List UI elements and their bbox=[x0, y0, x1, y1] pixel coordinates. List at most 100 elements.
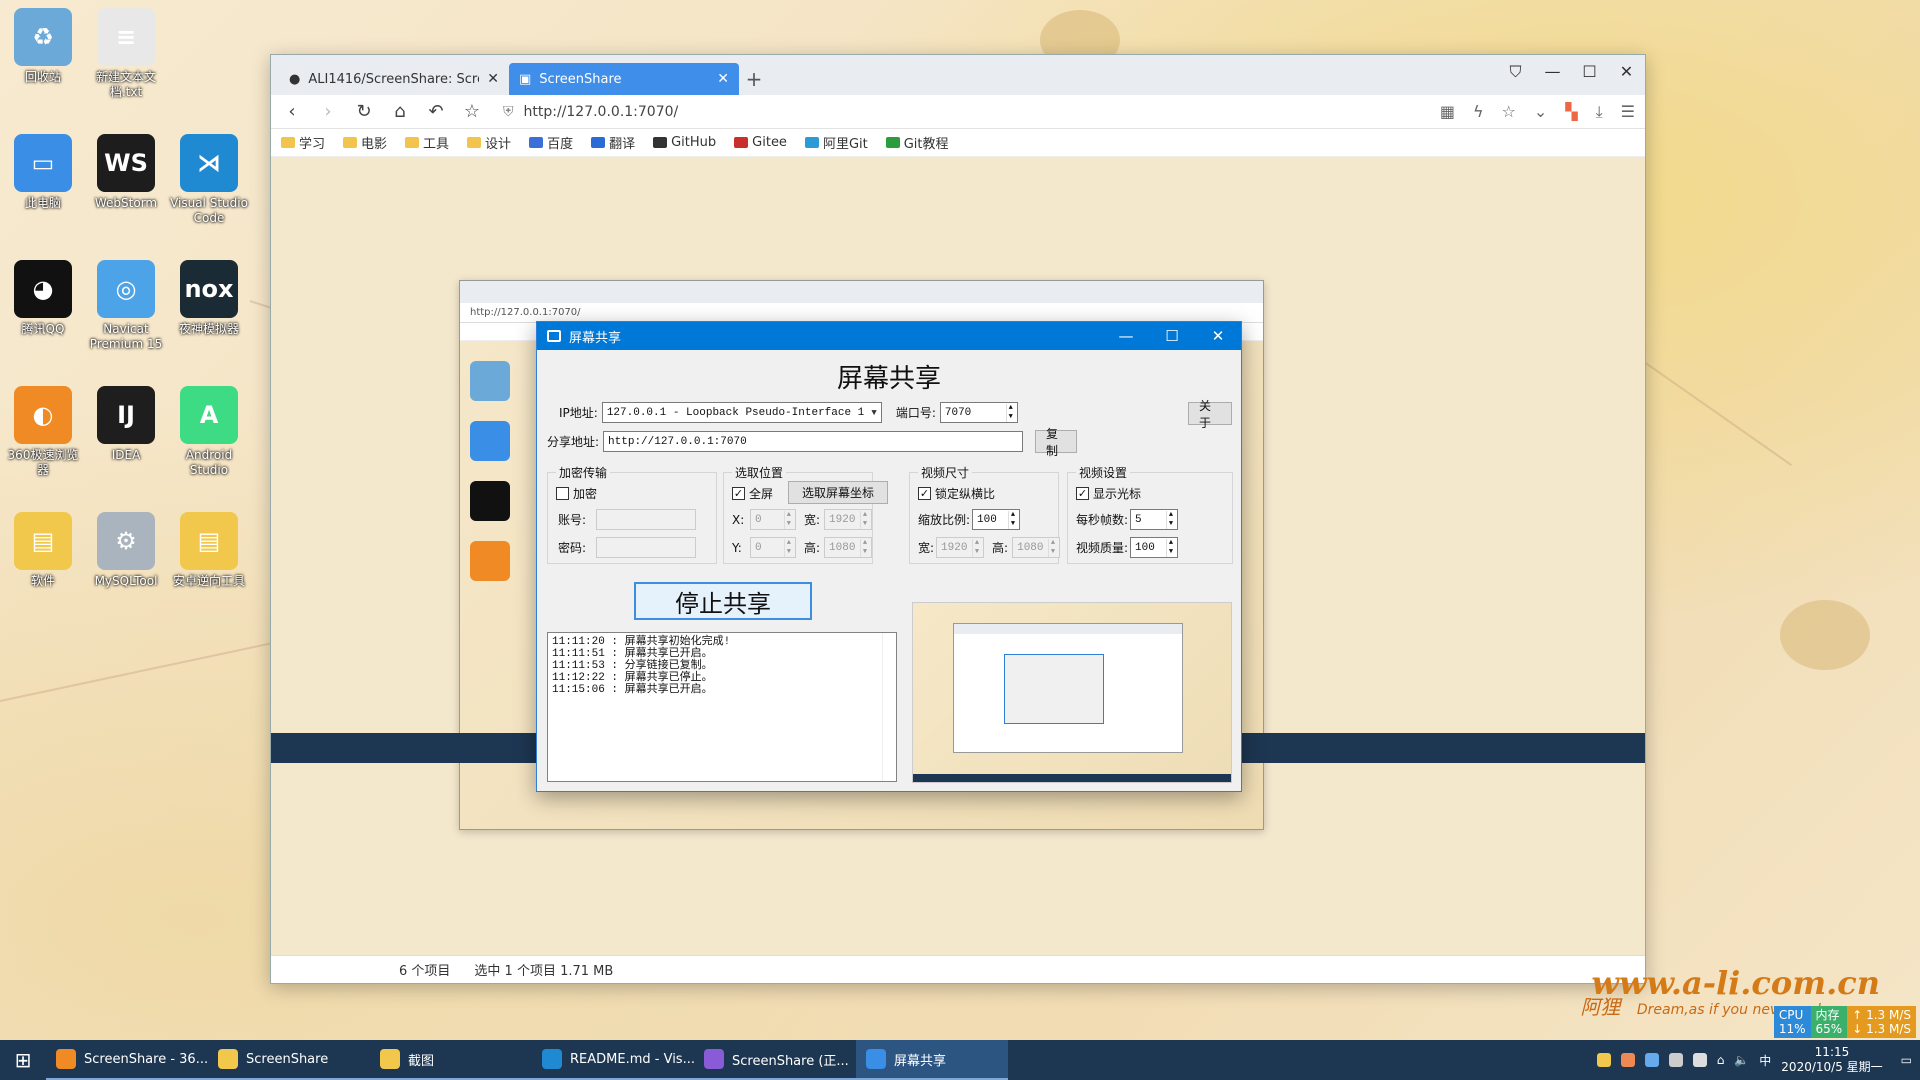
lightning-icon[interactable]: ϟ bbox=[1473, 102, 1484, 122]
maximize-button[interactable]: ☐ bbox=[1149, 327, 1195, 345]
copy-button[interactable]: 复制 bbox=[1035, 427, 1078, 458]
taskbar-item[interactable]: 屏幕共享 bbox=[856, 1040, 1008, 1080]
notification-icon[interactable]: ▭ bbox=[1901, 1053, 1912, 1067]
tab-github[interactable]: ● ALI1416/ScreenShare: Screen... ✕ bbox=[279, 63, 509, 95]
desktop-icon[interactable]: ◎ Navicat Premium 15 bbox=[85, 260, 167, 352]
desktop-icon[interactable]: IJ IDEA bbox=[85, 386, 167, 463]
spinner-icon[interactable]: ▲ ▼ bbox=[859, 538, 867, 557]
bookmark-item[interactable]: 电影 bbox=[343, 133, 387, 152]
desktop-icon[interactable]: ▤ 软件 bbox=[2, 512, 84, 589]
close-tab-icon[interactable]: ✕ bbox=[487, 71, 499, 87]
undo-icon[interactable]: ↶ bbox=[425, 101, 447, 122]
video-width-stepper[interactable]: 1920 ▲ ▼ bbox=[936, 537, 985, 558]
desktop-icon[interactable]: ♻ 回收站 bbox=[2, 8, 84, 85]
apps-icon[interactable]: ▚ bbox=[1565, 102, 1577, 122]
pos-height-stepper[interactable]: 1080 ▲ ▼ bbox=[824, 537, 873, 558]
log-scrollbar[interactable] bbox=[882, 633, 896, 781]
x-stepper[interactable]: 0 ▲ ▼ bbox=[750, 509, 796, 530]
close-button[interactable]: ✕ bbox=[1195, 327, 1241, 345]
video-height-stepper[interactable]: 1080 ▲ ▼ bbox=[1012, 537, 1061, 558]
ime-indicator[interactable]: 中 bbox=[1759, 1052, 1771, 1069]
stop-share-button[interactable]: 停止共享 bbox=[634, 582, 812, 620]
close-tab-icon[interactable]: ✕ bbox=[717, 71, 729, 87]
bookmark-item[interactable]: 工具 bbox=[405, 133, 449, 152]
bookmark-item[interactable]: 设计 bbox=[467, 133, 511, 152]
spinner-icon[interactable]: ▲ ▼ bbox=[1165, 510, 1173, 529]
spinner-icon[interactable]: ▲ ▼ bbox=[1047, 538, 1055, 557]
desktop-icon[interactable]: ◕ 腾讯QQ bbox=[2, 260, 84, 337]
bookmark-item[interactable]: 学习 bbox=[281, 133, 325, 152]
favorite-icon[interactable]: ☆ bbox=[1502, 102, 1516, 122]
bookmark-item[interactable]: 阿里Git bbox=[804, 133, 868, 152]
address-bar[interactable]: ⛨ http://127.0.0.1:7070/ bbox=[497, 99, 1426, 125]
about-button[interactable]: 关于 bbox=[1188, 399, 1232, 430]
star-icon[interactable]: ☆ bbox=[461, 101, 483, 122]
bookmark-item[interactable]: Gitee bbox=[734, 135, 787, 150]
desktop-icon[interactable]: ⋊ Visual Studio Code bbox=[168, 134, 250, 226]
clock[interactable]: 11:15 2020/10/5 星期一 bbox=[1781, 1045, 1882, 1075]
maximize-button[interactable]: ☐ bbox=[1571, 55, 1608, 89]
bookmark-item[interactable]: 百度 bbox=[529, 133, 573, 152]
spinner-icon[interactable]: ▲ ▼ bbox=[1007, 510, 1015, 529]
desktop-icon[interactable]: ▤ 安卓逆向工具 bbox=[168, 512, 250, 589]
chevron-down-icon[interactable]: ⌄ bbox=[1534, 102, 1547, 122]
tray-app-icon[interactable] bbox=[1620, 1053, 1635, 1067]
close-button[interactable]: ✕ bbox=[1608, 55, 1645, 89]
bookmark-item[interactable]: GitHub bbox=[653, 135, 716, 150]
back-icon[interactable]: ‹ bbox=[281, 101, 303, 122]
share-url-field[interactable]: http://127.0.0.1:7070 bbox=[603, 431, 1024, 452]
tray-app-icon[interactable] bbox=[1668, 1053, 1683, 1067]
desktop-icon[interactable]: ≡ 新建文本文档.txt bbox=[85, 8, 167, 100]
encrypt-checkbox[interactable]: 加密 bbox=[556, 485, 597, 502]
taskbar-item[interactable]: ScreenShare - 36... bbox=[46, 1040, 208, 1080]
log-textarea[interactable]: 11:11:20 : 屏幕共享初始化完成! 11:11:51 : 屏幕共享已开启。… bbox=[547, 632, 897, 782]
taskbar-item[interactable]: README.md - Vis... bbox=[532, 1040, 694, 1080]
pick-coordinates-button[interactable]: 选取屏幕坐标 bbox=[788, 481, 888, 504]
y-stepper[interactable]: 0 ▲ ▼ bbox=[750, 537, 796, 558]
fps-stepper[interactable]: 5 ▲ ▼ bbox=[1130, 509, 1179, 530]
shirt-icon[interactable]: ⛉ bbox=[1497, 55, 1534, 89]
bookmark-item[interactable]: 翻译 bbox=[591, 133, 635, 152]
minimize-button[interactable]: — bbox=[1534, 55, 1571, 89]
tray-app-icon[interactable] bbox=[1644, 1053, 1659, 1067]
home-icon[interactable]: ⌂ bbox=[389, 101, 411, 122]
spinner-icon[interactable]: ▲ ▼ bbox=[971, 538, 979, 557]
desktop-icon[interactable]: ▭ 此电脑 bbox=[2, 134, 84, 211]
spinner-icon[interactable]: ▲ ▼ bbox=[1165, 538, 1173, 557]
spinner-icon[interactable]: ▲ ▼ bbox=[1005, 403, 1013, 422]
desktop-icon[interactable]: WS WebStorm bbox=[85, 134, 167, 211]
tab-screenshare[interactable]: ▣ ScreenShare ✕ bbox=[509, 63, 739, 95]
spinner-icon[interactable]: ▲ ▼ bbox=[859, 510, 867, 529]
forward-icon[interactable]: › bbox=[317, 101, 339, 122]
quality-stepper[interactable]: 100 ▲ ▼ bbox=[1130, 537, 1179, 558]
minimize-button[interactable]: — bbox=[1103, 327, 1149, 345]
desktop-icon[interactable]: ◐ 360极速浏览器 bbox=[2, 386, 84, 478]
pos-width-stepper[interactable]: 1920 ▲ ▼ bbox=[824, 509, 873, 530]
scale-stepper[interactable]: 100 ▲ ▼ bbox=[972, 509, 1021, 530]
taskbar-item[interactable]: ScreenShare bbox=[208, 1040, 370, 1080]
password-field[interactable] bbox=[596, 537, 696, 558]
taskbar-item[interactable]: 截图 bbox=[370, 1040, 532, 1080]
taskbar-item[interactable]: ScreenShare (正... bbox=[694, 1040, 856, 1080]
ip-select[interactable]: 127.0.0.1 - Loopback Pseudo-Interface 1 … bbox=[601, 402, 882, 423]
qr-icon[interactable]: ▦ bbox=[1440, 102, 1455, 122]
tray-app-icon[interactable] bbox=[1692, 1053, 1707, 1067]
desktop-icon[interactable]: ⚙ MySQLTool bbox=[85, 512, 167, 589]
tray-app-icon[interactable] bbox=[1596, 1053, 1611, 1067]
fullscreen-checkbox[interactable]: ✓ 全屏 bbox=[732, 485, 773, 502]
download-icon[interactable]: ⤓ bbox=[1596, 102, 1603, 122]
new-tab-button[interactable]: + bbox=[739, 63, 769, 95]
network-icon[interactable]: ⌂ bbox=[1717, 1053, 1725, 1067]
windows-start-icon[interactable]: ⊞ bbox=[0, 1048, 46, 1072]
volume-icon[interactable]: 🔈 bbox=[1734, 1053, 1749, 1067]
account-field[interactable] bbox=[596, 509, 696, 530]
port-stepper[interactable]: 7070 ▲ ▼ bbox=[939, 402, 1018, 423]
menu-icon[interactable]: ☰ bbox=[1621, 102, 1635, 122]
bookmark-item[interactable]: Git教程 bbox=[885, 133, 949, 152]
spinner-icon[interactable]: ▲ ▼ bbox=[783, 510, 791, 529]
reload-icon[interactable]: ↻ bbox=[353, 101, 375, 122]
desktop-icon[interactable]: A Android Studio bbox=[168, 386, 250, 478]
spinner-icon[interactable]: ▲ ▼ bbox=[783, 538, 791, 557]
desktop-icon[interactable]: nox 夜神模拟器 bbox=[168, 260, 250, 337]
lock-ratio-checkbox[interactable]: ✓ 锁定纵横比 bbox=[918, 485, 995, 502]
